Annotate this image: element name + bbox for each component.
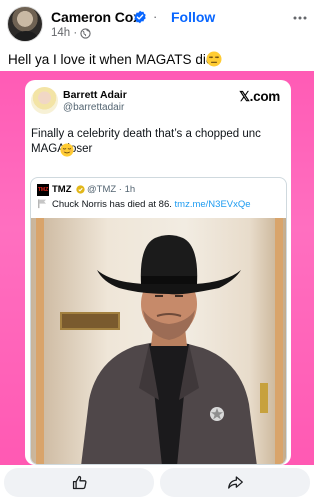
gold-verified-badge-icon [76,185,85,194]
action-bar [0,465,314,500]
more-options-icon[interactable] [292,10,308,26]
man-in-cowboy-hat-photo [81,235,257,464]
relieved-face-emoji-icon [60,143,74,157]
post-header: Cameron Cox · Follow 14h · [0,0,314,44]
tweet-author-avatar [31,87,58,114]
flag-icon [38,199,46,209]
dot-separator: · [153,9,158,24]
quoted-tweet-text: Chuck Norris has died at 86. tmz.me/N3EV… [52,199,251,210]
tweet-author-name: Barrett Adair [63,89,127,101]
author-avatar[interactable] [7,6,43,42]
x-logo: 𝕏.com [239,89,280,104]
post-time[interactable]: 14h · [51,27,77,39]
post-caption: Hell ya I love it when MAGATS die [8,52,214,67]
tweet-screenshot: Barrett Adair @barrettadair 𝕏.com Finall… [25,80,291,465]
globe-icon [80,28,91,39]
quoted-tweet-link: tmz.me/N3EVxQe [174,199,251,210]
unamused-face-emoji-icon [206,51,222,67]
like-button[interactable] [4,468,154,497]
thumbs-up-icon [72,475,87,490]
share-button[interactable] [160,468,310,497]
quoted-tweet: TMZ TMZ @TMZ · 1h Chuck Norris has died … [30,177,287,465]
verified-badge-icon [134,10,146,24]
tweet-author-handle: @barrettadair [63,102,125,113]
follow-button[interactable]: Follow [171,9,215,25]
tmz-logo: TMZ [37,184,49,196]
quoted-author-handle: @TMZ · 1h [87,184,136,195]
quoted-tweet-photo [31,218,286,464]
author-name[interactable]: Cameron Cox [51,9,141,25]
share-arrow-icon [228,476,243,489]
quoted-author-name: TMZ [52,184,72,195]
